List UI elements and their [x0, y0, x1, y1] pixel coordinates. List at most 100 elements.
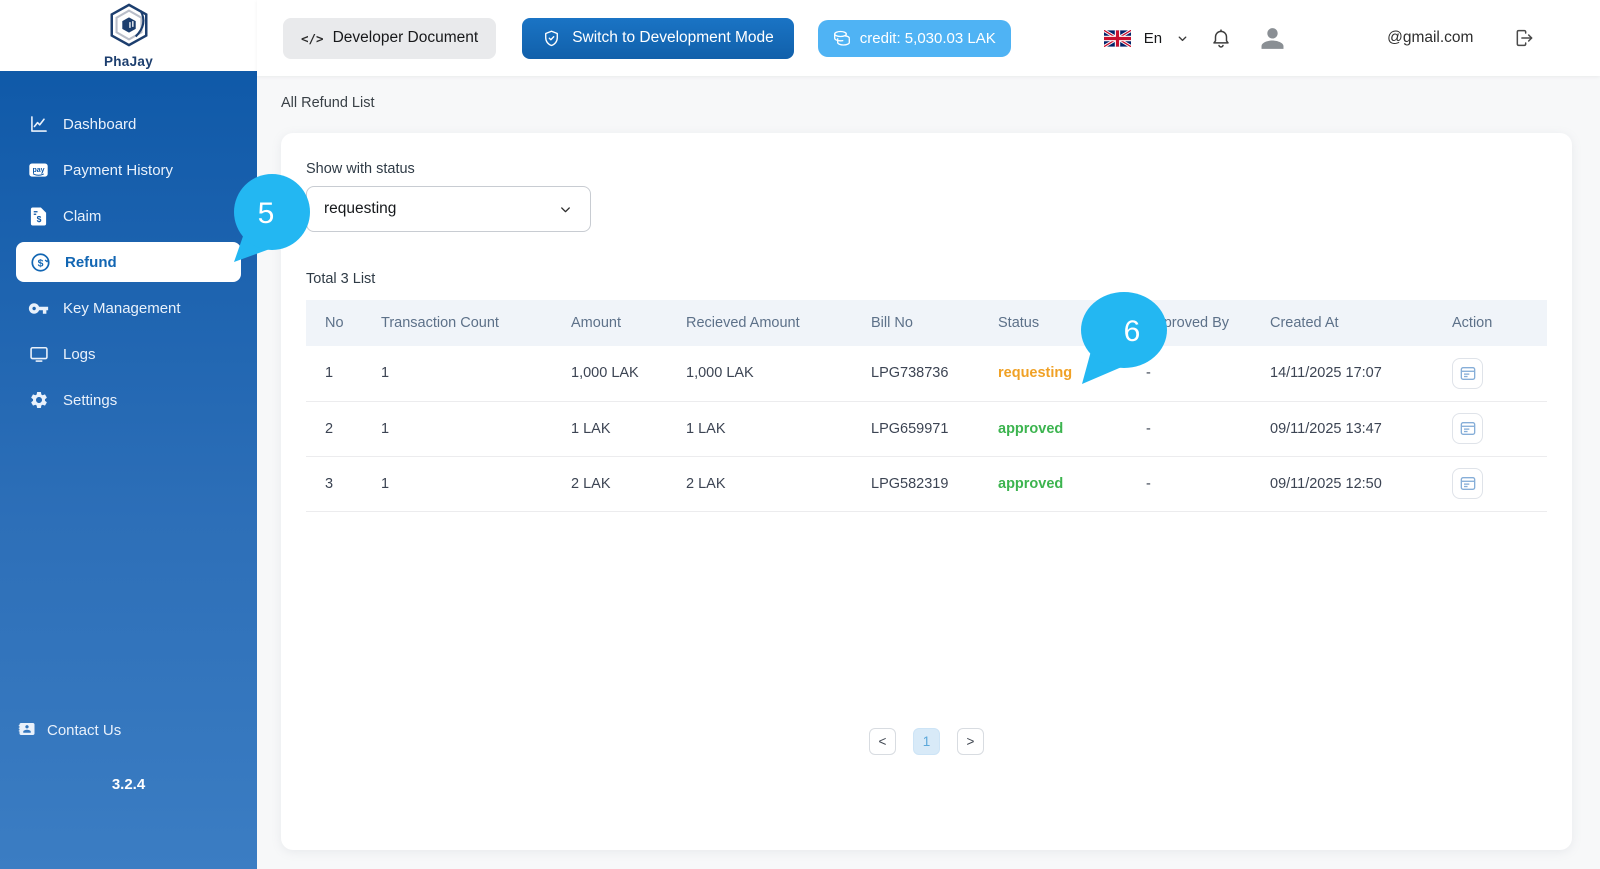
- col-received-amount: Recieved Amount: [667, 300, 852, 346]
- notifications-bell-icon[interactable]: [1210, 27, 1232, 50]
- cell-created-at: 09/11/2025 12:50: [1251, 456, 1433, 512]
- topbar: </> Developer Document Switch to Develop…: [257, 0, 1600, 76]
- phajay-logo-icon: [106, 2, 152, 53]
- cell-created-at: 14/11/2025 17:07: [1251, 346, 1433, 402]
- callout-6-number: 6: [1124, 315, 1141, 348]
- cell-approved-by: -: [1127, 456, 1251, 512]
- language-label: En: [1143, 29, 1163, 47]
- sidebar-item-refund[interactable]: $ Refund: [16, 242, 241, 282]
- switch-mode-label: Switch to Development Mode: [572, 29, 774, 46]
- sidebar-item-label: Claim: [63, 207, 102, 225]
- sidebar-item-dashboard[interactable]: Dashboard: [0, 101, 257, 147]
- key-icon: [28, 298, 49, 319]
- total-count-label: Total 3 List: [306, 271, 376, 287]
- status-badge: approved: [979, 401, 1127, 457]
- user-avatar-icon[interactable]: [1257, 23, 1288, 54]
- line-chart-icon: [28, 114, 49, 135]
- table-row: 3 1 2 LAK 2 LAK LPG582319 approved - 09/…: [306, 456, 1547, 512]
- cell-approved-by: -: [1127, 401, 1251, 457]
- sidebar-item-claim[interactable]: $ Claim: [0, 193, 257, 239]
- monitor-icon: [28, 344, 49, 365]
- svg-text:$: $: [38, 257, 44, 269]
- cell-bill-no: LPG659971: [852, 401, 979, 457]
- sidebar-item-label: Payment History: [63, 161, 174, 179]
- app-version: 3.2.4: [111, 776, 146, 793]
- logo-text: PhaJay: [103, 54, 154, 69]
- language-selector[interactable]: En: [1103, 29, 1189, 47]
- pagination: < 1 >: [306, 727, 1547, 755]
- sidebar-item-label: Key Management: [63, 299, 181, 317]
- sidebar-item-label: Settings: [63, 391, 118, 409]
- main-column: </> Developer Document Switch to Develop…: [257, 0, 1600, 869]
- chevron-down-icon: [1176, 32, 1189, 45]
- tutorial-callout-6: 6: [1076, 288, 1176, 399]
- sidebar-bottom: Contact Us 3.2.4: [0, 710, 257, 793]
- refund-dollar-icon: $: [30, 252, 51, 273]
- status-select[interactable]: requesting: [306, 186, 591, 232]
- sidebar-item-payment-history[interactable]: pay Payment History: [0, 147, 257, 193]
- logo: PhaJay: [0, 0, 257, 71]
- pagination-page-1[interactable]: 1: [913, 727, 940, 755]
- sidebar-item-label: Refund: [65, 253, 117, 271]
- logout-icon[interactable]: [1514, 28, 1534, 48]
- chevron-down-icon: [558, 202, 573, 217]
- cell-received-amount: 1 LAK: [667, 401, 852, 457]
- tutorial-callout-5: 5: [226, 168, 322, 277]
- sidebar-item-settings[interactable]: Settings: [0, 377, 257, 423]
- invoice-icon: $: [28, 206, 49, 227]
- status-badge: approved: [979, 456, 1127, 512]
- cell-received-amount: 1,000 LAK: [667, 346, 852, 402]
- cell-created-at: 09/11/2025 13:47: [1251, 401, 1433, 457]
- cell-transaction-count: 1: [362, 456, 552, 512]
- sidebar-item-logs[interactable]: Logs: [0, 331, 257, 377]
- sidebar-item-label: Logs: [63, 345, 96, 363]
- shield-check-icon: [542, 29, 561, 48]
- app-window: PhaJay Dashboard pay Payment History $ C…: [0, 0, 1600, 869]
- pagination-next-button[interactable]: >: [957, 727, 984, 755]
- coins-icon: [833, 30, 851, 47]
- svg-text:$: $: [37, 214, 42, 224]
- sidebar-item-label: Dashboard: [63, 115, 137, 133]
- callout-5-number: 5: [258, 197, 275, 230]
- cell-amount: 2 LAK: [552, 456, 667, 512]
- credit-badge[interactable]: credit: 5,030.03 LAK: [817, 19, 1011, 57]
- svg-text:pay: pay: [32, 167, 44, 174]
- sidebar-item-contact-us[interactable]: Contact Us: [0, 710, 257, 750]
- pagination-prev-button[interactable]: <: [869, 727, 896, 755]
- col-created-at: Created At: [1251, 300, 1433, 346]
- developer-document-button[interactable]: </> Developer Document: [283, 17, 497, 59]
- page-title: All Refund List: [281, 95, 375, 111]
- switch-development-mode-button[interactable]: Switch to Development Mode: [522, 17, 794, 59]
- cell-transaction-count: 1: [362, 346, 552, 402]
- developer-document-label: Developer Document: [332, 29, 479, 46]
- row-detail-button[interactable]: [1452, 357, 1483, 389]
- col-amount: Amount: [552, 300, 667, 346]
- code-icon: </>: [301, 30, 324, 46]
- status-select-value: requesting: [324, 200, 397, 217]
- sidebar-menu: Dashboard pay Payment History $ Claim $ …: [0, 71, 257, 423]
- col-bill-no: Bill No: [852, 300, 979, 346]
- cell-bill-no: LPG738736: [852, 346, 979, 402]
- table-header-row: No Transaction Count Amount Recieved Amo…: [306, 300, 1547, 346]
- cell-no: 2: [306, 401, 362, 457]
- col-action: Action: [1433, 300, 1547, 346]
- pay-icon: pay: [28, 160, 49, 181]
- cell-no: 3: [306, 456, 362, 512]
- refund-list-card: Show with status requesting Total 3 List: [281, 133, 1572, 850]
- table-row: 1 1 1,000 LAK 1,000 LAK LPG738736 reques…: [306, 346, 1547, 402]
- gear-icon: [28, 390, 49, 411]
- row-detail-button[interactable]: [1452, 468, 1483, 499]
- sidebar: PhaJay Dashboard pay Payment History $ C…: [0, 0, 257, 869]
- account-email: @gmail.com: [1387, 29, 1474, 46]
- sidebar-item-key-management[interactable]: Key Management: [0, 285, 257, 331]
- row-detail-button[interactable]: [1452, 413, 1483, 444]
- refund-table: No Transaction Count Amount Recieved Amo…: [306, 300, 1547, 512]
- content-area: All Refund List Show with status request…: [257, 76, 1600, 869]
- credit-label: credit: 5,030.03 LAK: [859, 29, 996, 47]
- table-row: 2 1 1 LAK 1 LAK LPG659971 approved - 09/…: [306, 401, 1547, 457]
- uk-flag-icon: [1103, 29, 1131, 47]
- cell-no: 1: [306, 346, 362, 402]
- col-no: No: [306, 300, 362, 346]
- col-transaction-count: Transaction Count: [362, 300, 552, 346]
- contact-us-label: Contact Us: [47, 721, 122, 739]
